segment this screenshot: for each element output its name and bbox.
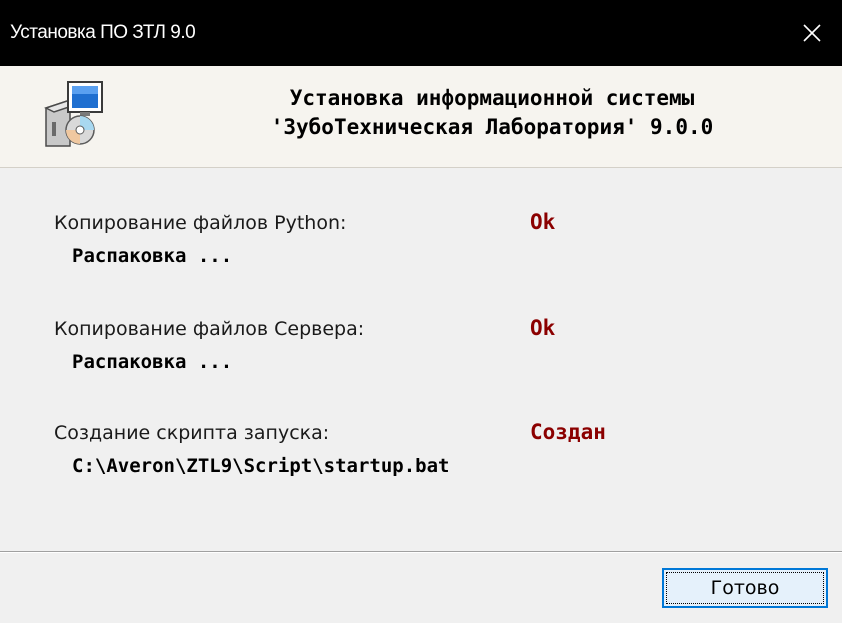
step-detail: C:\Averon\ZTL9\Script\startup.bat — [72, 455, 450, 477]
window-title: Установка ПО ЗТЛ 9.0 — [10, 22, 196, 43]
footer: Готово — [0, 553, 842, 623]
header-title: Установка информационной системы 'ЗубоТе… — [212, 84, 772, 142]
header-band: Установка информационной системы 'ЗубоТе… — [0, 66, 842, 168]
step-label: Копирование файлов Сервера: — [54, 318, 365, 340]
step-label: Создание скрипта запуска: — [54, 422, 330, 444]
progress-area: Копирование файлов Python: Ok Распаковка… — [0, 168, 842, 551]
step-status: Создан — [530, 420, 606, 444]
close-button[interactable] — [782, 0, 842, 66]
step-status: Ok — [530, 210, 556, 234]
done-button[interactable]: Готово — [662, 568, 828, 608]
installer-window: Установка ПО ЗТЛ 9.0 Установка информаци… — [0, 0, 842, 623]
header-title-line-2: 'ЗубоТехническая Лаборатория' 9.0.0 — [270, 115, 714, 139]
step-status: Ok — [530, 316, 556, 340]
installer-icon — [44, 81, 103, 147]
close-icon — [803, 24, 821, 42]
title-bar[interactable]: Установка ПО ЗТЛ 9.0 — [0, 0, 842, 66]
step-label: Копирование файлов Python: — [54, 212, 347, 234]
header-title-line-1: Установка информационной системы — [289, 86, 695, 110]
step-detail: Распаковка ... — [72, 351, 233, 373]
step-detail: Распаковка ... — [72, 245, 233, 267]
